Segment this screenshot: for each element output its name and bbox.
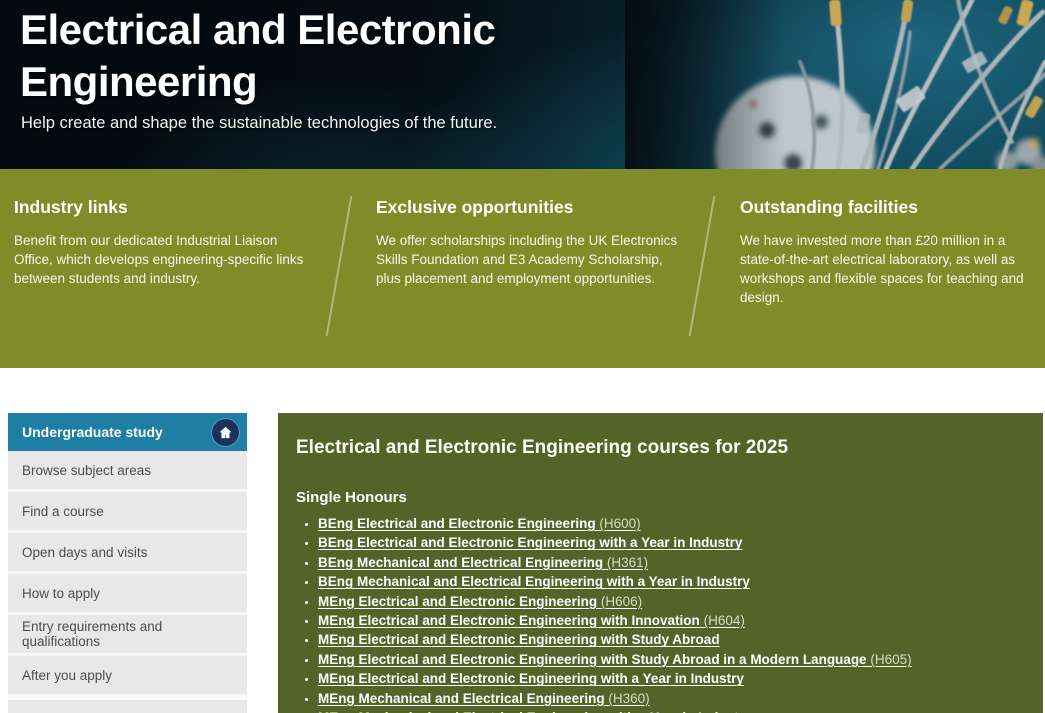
course-list-item: MEng Electrical and Electronic Engineeri… — [318, 630, 1023, 649]
course-list-item: MEng Electrical and Electronic Engineeri… — [318, 669, 1023, 688]
course-list-item: BEng Mechanical and Electrical Engineeri… — [318, 572, 1023, 591]
sidebar-item-label: How to apply — [22, 586, 100, 601]
hero-subtitle: Help create and shape the sustainable te… — [21, 114, 661, 133]
highlight-body: We offer scholarships including the UK E… — [376, 231, 688, 288]
sidebar-header-label: Undergraduate study — [22, 424, 163, 440]
highlight-heading: Outstanding facilities — [740, 197, 1042, 218]
course-link[interactable]: MEng Electrical and Electronic Engineeri… — [318, 671, 744, 686]
sidebar-item-list: Browse subject areas Find a course Open … — [8, 451, 247, 697]
sidebar-item-label: Open days and visits — [22, 545, 147, 560]
diagonal-divider — [689, 196, 716, 336]
course-link[interactable]: BEng Electrical and Electronic Engineeri… — [318, 516, 641, 531]
photo-shade-overlay — [625, 0, 1045, 169]
sidebar-item-how-to-apply[interactable]: How to apply — [8, 574, 247, 615]
sidebar-item-after-you-apply[interactable]: After you apply — [8, 656, 247, 697]
courses-panel: Electrical and Electronic Engineering co… — [278, 413, 1043, 713]
page-title: Electrical and Electronic Engineering — [20, 4, 620, 108]
sidebar-item-open-days-and-visits[interactable]: Open days and visits — [8, 533, 247, 574]
sidebar-item-browse-subject-areas[interactable]: Browse subject areas — [8, 451, 247, 492]
sidebar-item-entry-requirements[interactable]: Entry requirements and qualifications — [8, 615, 247, 656]
course-link[interactable]: BEng Mechanical and Electrical Engineeri… — [318, 555, 648, 570]
course-link[interactable]: BEng Electrical and Electronic Engineeri… — [318, 535, 742, 550]
sidebar-item-label: Find a course — [22, 504, 104, 519]
highlight-body: Benefit from our dedicated Industrial Li… — [14, 231, 316, 288]
sidebar-item-label: Entry requirements and qualifications — [22, 619, 233, 649]
sidebar-item-find-a-course[interactable]: Find a course — [8, 492, 247, 533]
diagonal-divider — [326, 196, 353, 336]
highlight-industry-links: Industry links Benefit from our dedicate… — [14, 197, 316, 288]
course-link[interactable]: MEng Electrical and Electronic Engineeri… — [318, 613, 745, 628]
hero-banner: Electrical and Electronic Engineering He… — [0, 0, 1045, 169]
course-list-item: BEng Electrical and Electronic Engineeri… — [318, 533, 1023, 552]
course-link[interactable]: MEng Electrical and Electronic Engineeri… — [318, 652, 912, 667]
course-list-item: MEng Electrical and Electronic Engineeri… — [318, 611, 1023, 630]
course-list-item: MEng Electrical and Electronic Engineeri… — [318, 650, 1023, 669]
course-link[interactable]: BEng Mechanical and Electrical Engineeri… — [318, 574, 750, 589]
course-list-item: MEng Mechanical and Electrical Engineeri… — [318, 708, 1023, 713]
highlight-body: We have invested more than £20 million i… — [740, 231, 1042, 307]
course-list: BEng Electrical and Electronic Engineeri… — [296, 514, 1023, 713]
sidebar-item-label: After you apply — [22, 668, 112, 683]
course-link[interactable]: MEng Electrical and Electronic Engineeri… — [318, 632, 720, 647]
course-link[interactable]: MEng Electrical and Electronic Engineeri… — [318, 594, 642, 609]
sidebar-item-label: Browse subject areas — [22, 463, 151, 478]
highlight-heading: Industry links — [14, 197, 316, 218]
highlight-exclusive-opportunities: Exclusive opportunities We offer scholar… — [376, 197, 688, 288]
sidebar-item-partial[interactable] — [8, 700, 247, 713]
course-list-item: MEng Mechanical and Electrical Engineeri… — [318, 689, 1023, 708]
single-honours-heading: Single Honours — [296, 489, 1023, 506]
sidebar-header-undergraduate-study[interactable]: Undergraduate study — [8, 413, 247, 451]
highlight-outstanding-facilities: Outstanding facilities We have invested … — [740, 197, 1042, 307]
course-list-item: MEng Electrical and Electronic Engineeri… — [318, 592, 1023, 611]
course-list-item: BEng Mechanical and Electrical Engineeri… — [318, 553, 1023, 572]
highlights-band: Industry links Benefit from our dedicate… — [0, 169, 1045, 368]
sidebar-nav: Undergraduate study Browse subject areas… — [8, 413, 247, 713]
course-list-item: BEng Electrical and Electronic Engineeri… — [318, 514, 1023, 533]
home-icon[interactable] — [212, 419, 239, 446]
highlight-heading: Exclusive opportunities — [376, 197, 688, 218]
course-link[interactable]: MEng Mechanical and Electrical Engineeri… — [318, 691, 650, 706]
connectors-photo — [625, 0, 1045, 169]
courses-heading: Electrical and Electronic Engineering co… — [296, 437, 1023, 459]
